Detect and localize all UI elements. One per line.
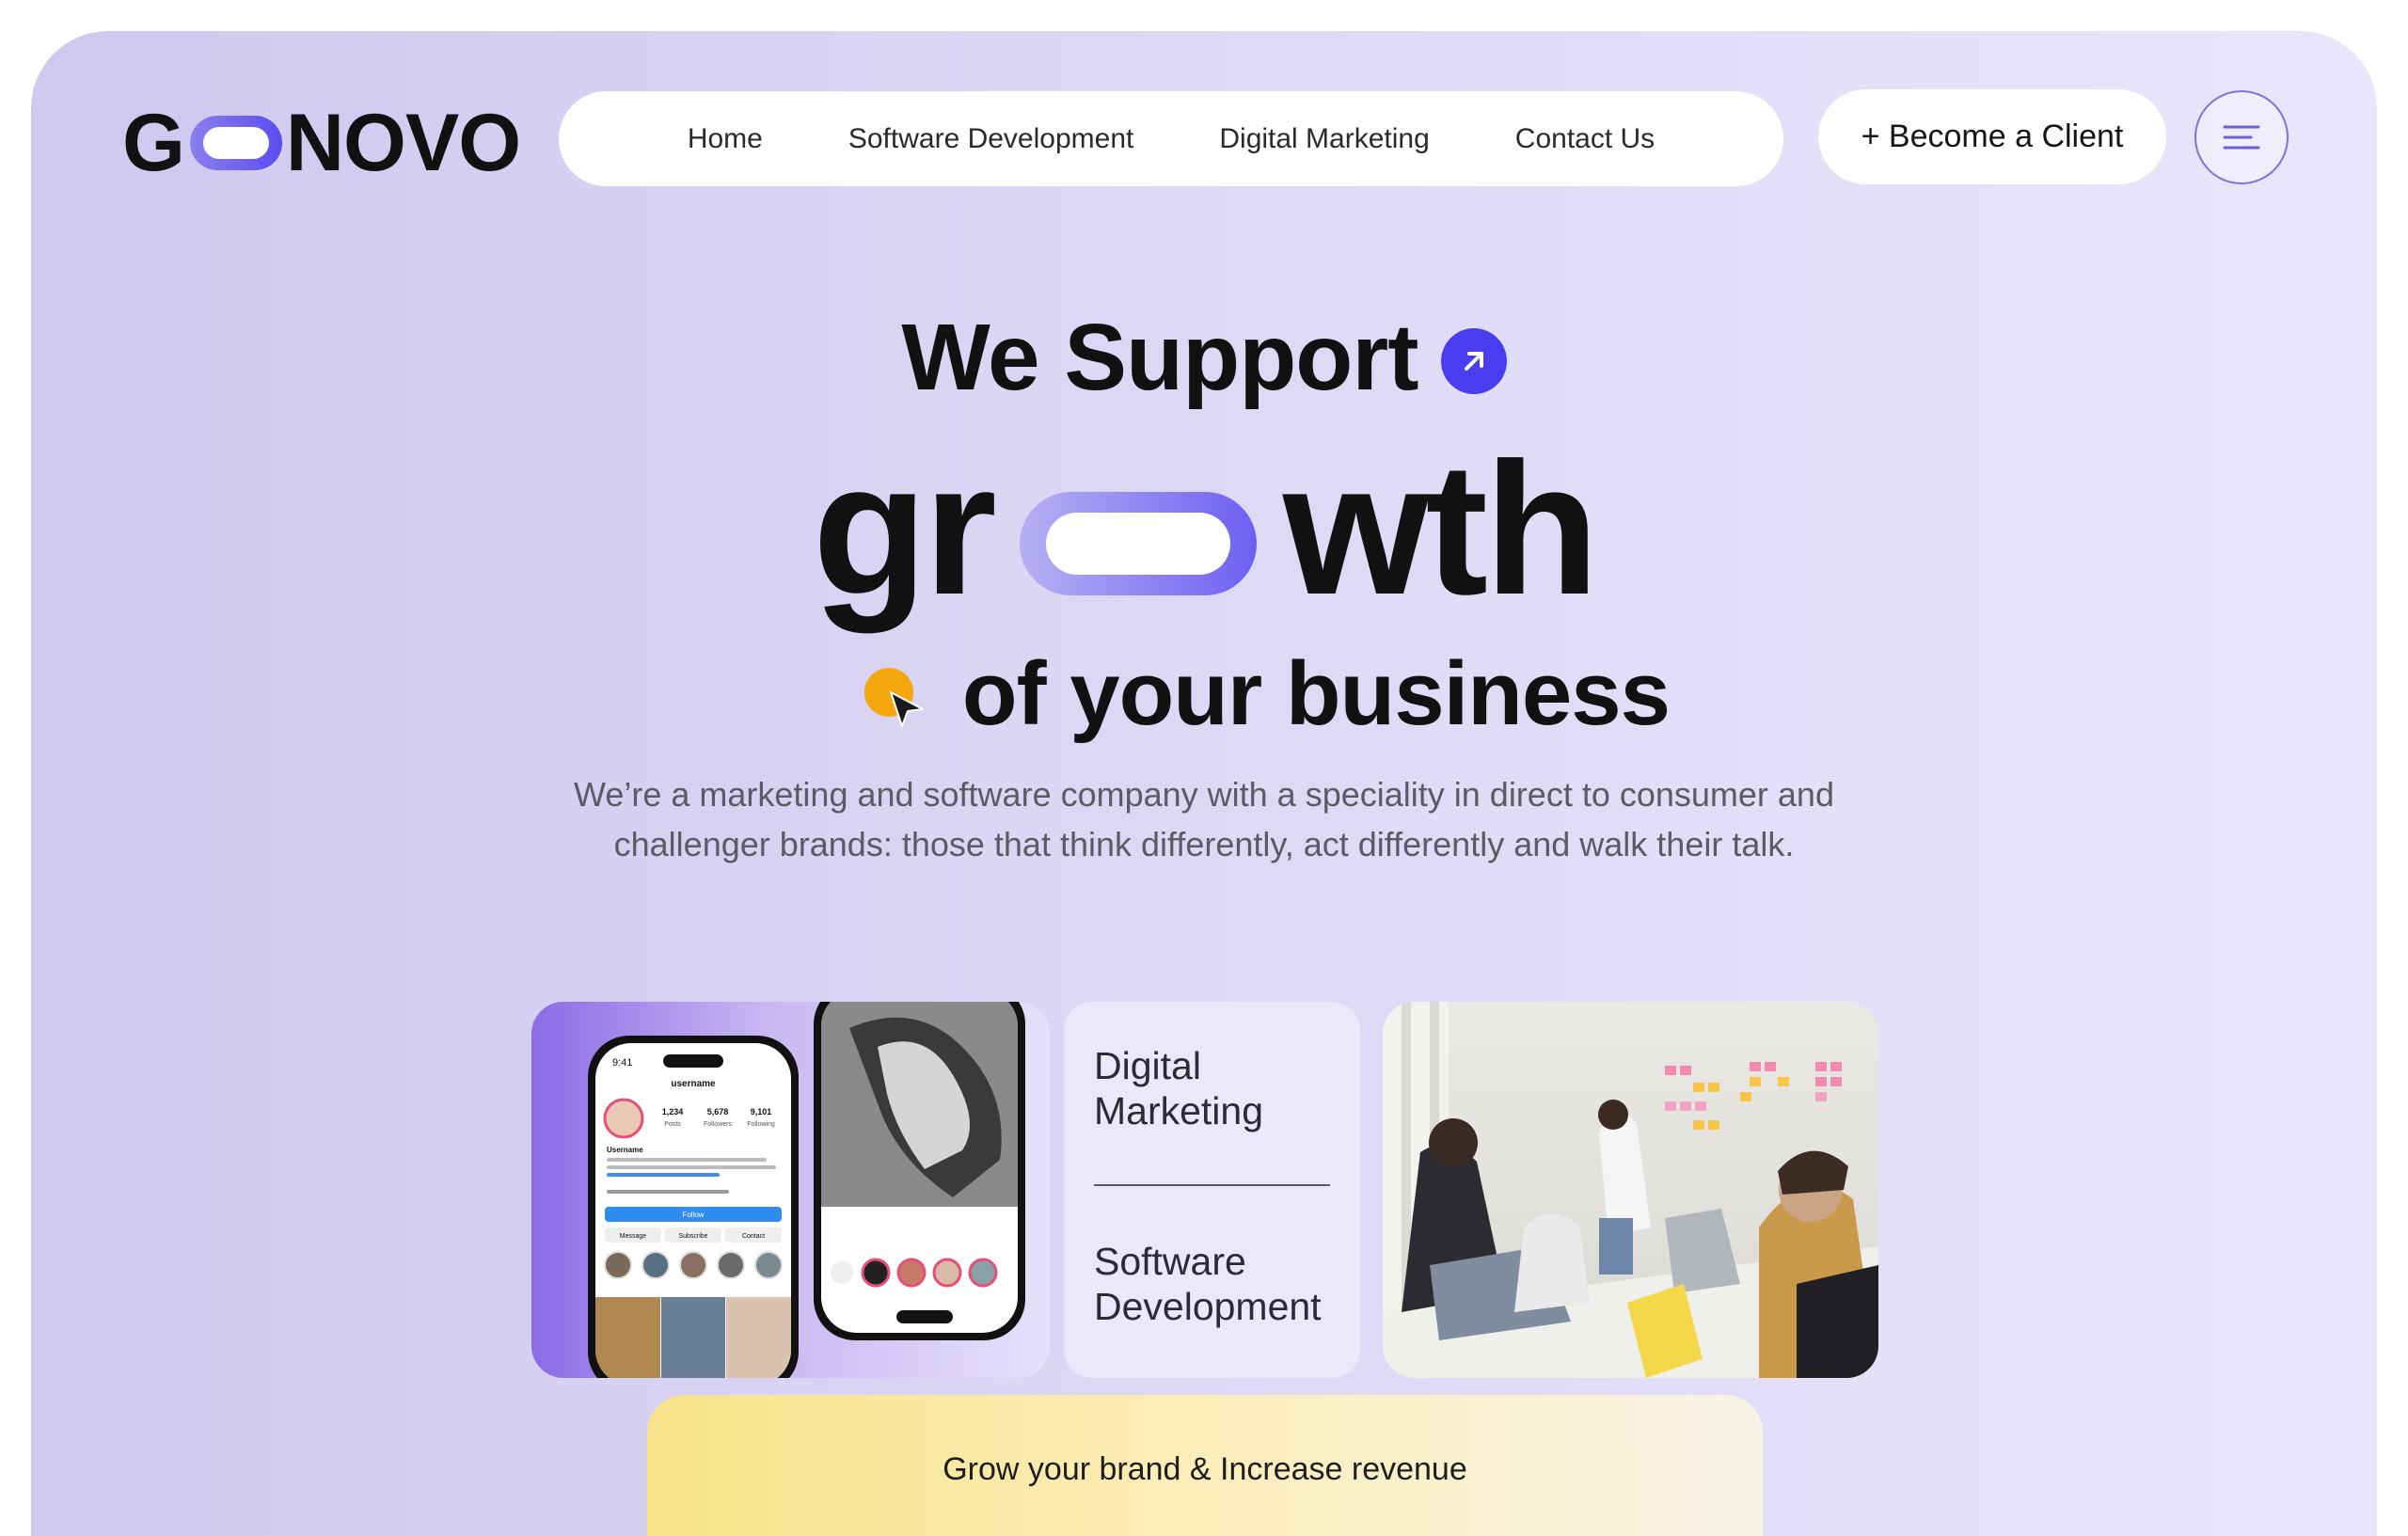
- logo-left-text: G: [122, 97, 185, 188]
- nav-item-software-development[interactable]: Software Development: [848, 123, 1134, 155]
- become-client-button[interactable]: + Become a Client: [1818, 89, 2166, 184]
- main-nav: Home Software Development Digital Market…: [559, 91, 1783, 186]
- hero-growth-right: wth: [1282, 424, 1599, 634]
- growth-pill-icon: [1019, 492, 1257, 595]
- hero-heading-line3: of your business: [31, 642, 2377, 746]
- logo-pill-icon: [189, 116, 282, 170]
- hero-growth-left: gr: [812, 424, 997, 634]
- phone-posts-count: 1,234: [662, 1107, 684, 1116]
- phone-username: username: [671, 1079, 716, 1089]
- phone-following-count: 9,101: [751, 1107, 772, 1116]
- hero-subtitle-line2: challenger brands: those that think diff…: [613, 825, 1795, 863]
- nav-item-digital-marketing[interactable]: Digital Marketing: [1219, 123, 1429, 155]
- phone-photo-image: [814, 1002, 1025, 1340]
- social-media-phones-card: 9:41 username 1,234 Posts 5,678 Follower…: [531, 1002, 1050, 1378]
- phone-following-label: Following: [747, 1121, 775, 1128]
- hero-subtitle-line1: We’re a marketing and software company w…: [574, 775, 1834, 814]
- banner-text: Grow your brand & Increase revenue: [943, 1451, 1467, 1487]
- phone-contact-button: Contact: [742, 1233, 765, 1240]
- hero-heading-line1: We Support: [31, 304, 2377, 412]
- phone-profile-image: 9:41 username 1,234 Posts 5,678 Follower…: [588, 1036, 799, 1378]
- logo[interactable]: G NOVO: [122, 97, 521, 188]
- growth-banner: Grow your brand & Increase revenue: [647, 1395, 1763, 1536]
- phone-followers-count: 5,678: [707, 1107, 729, 1116]
- arrow-up-right-icon[interactable]: [1440, 327, 1507, 394]
- hero-we-support: We Support: [901, 305, 1418, 410]
- menu-button[interactable]: [2194, 90, 2289, 184]
- phone-followers-label: Followers: [704, 1121, 732, 1128]
- phone-subscribe-button: Subscribe: [678, 1233, 707, 1240]
- phone-posts-label: Posts: [664, 1121, 681, 1128]
- team-meeting-photo: [1383, 1002, 1878, 1378]
- hamburger-icon: [2223, 125, 2260, 150]
- service-software-development[interactable]: Software Development: [1094, 1239, 1330, 1329]
- phone-profile-name: Username: [607, 1146, 643, 1154]
- nav-item-home[interactable]: Home: [688, 123, 763, 155]
- services-card: Digital Marketing Software Development: [1064, 1002, 1360, 1378]
- services-divider: [1094, 1184, 1330, 1186]
- page-frame: G NOVO Home Software Development Digital…: [31, 31, 2377, 1536]
- nav-item-contact-us[interactable]: Contact Us: [1515, 123, 1655, 155]
- service-digital-marketing[interactable]: Digital Marketing: [1094, 1043, 1330, 1133]
- hero-of-your-business: of your business: [961, 643, 1671, 744]
- phone-message-button: Message: [620, 1233, 647, 1240]
- hero-heading-growth: gr wth: [31, 435, 2377, 624]
- logo-right-text: NOVO: [285, 97, 521, 188]
- hero-subtitle: We’re a marketing and software company w…: [31, 769, 2377, 869]
- cursor-dot-icon: [861, 657, 936, 732]
- phone-follow-button: Follow: [682, 1211, 704, 1219]
- phone-time: 9:41: [612, 1057, 632, 1069]
